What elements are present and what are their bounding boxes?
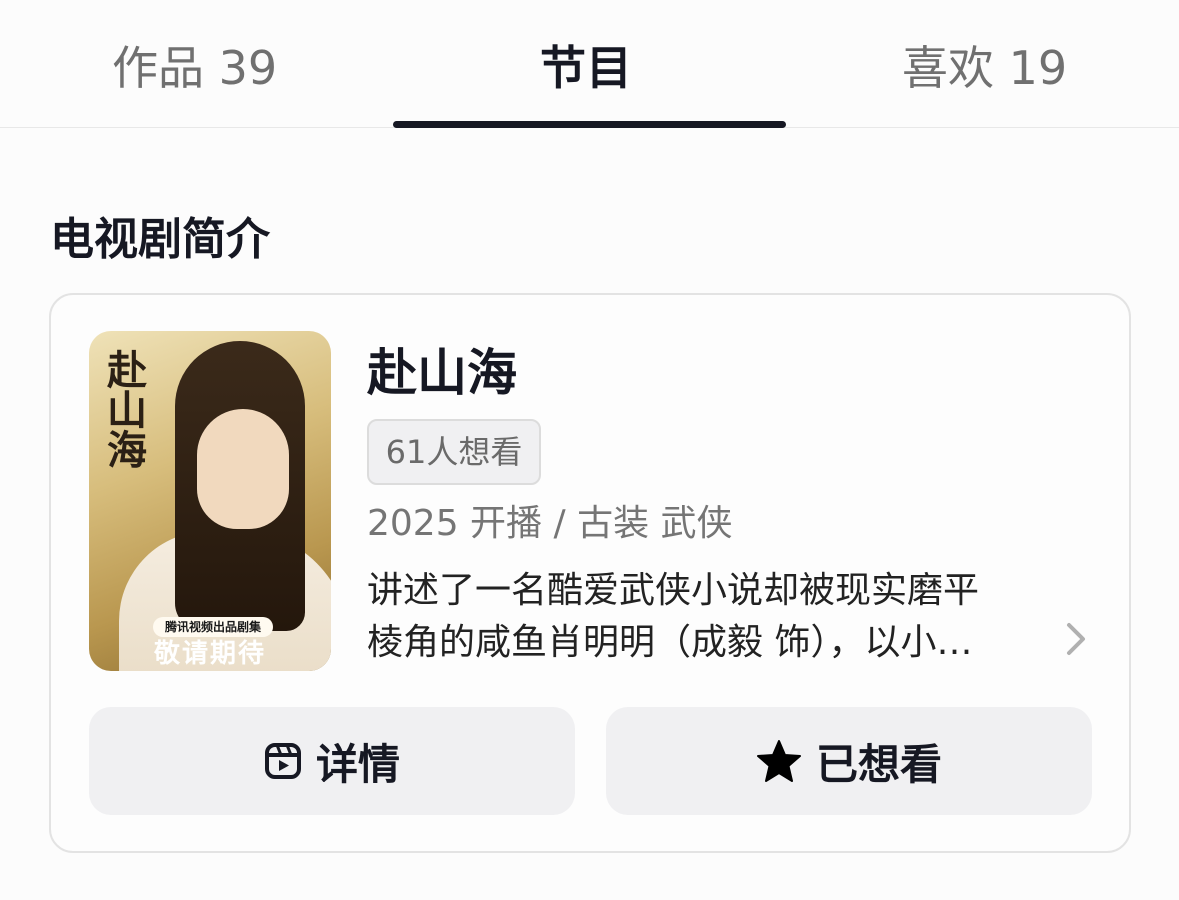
show-meta: 2025 开播 / 古装 武侠: [367, 503, 733, 544]
show-poster[interactable]: 赴山海 腾讯视频出品剧集 敬请期待: [89, 331, 331, 671]
chevron-right-icon[interactable]: [1065, 621, 1087, 664]
tv-series-card[interactable]: 赴山海 腾讯视频出品剧集 敬请期待 赴山海 61人想看 2025 开播 / 古装…: [49, 293, 1131, 853]
section-title: 电视剧简介: [50, 214, 270, 265]
poster-title: 赴山海: [100, 349, 147, 469]
tab-bar: 作品 39 节目 喜欢 19: [0, 0, 1179, 128]
film-icon: [264, 742, 302, 780]
show-description[interactable]: 讲述了一名酷爱武侠小说却被现实磨平 棱角的咸鱼肖明明（成毅 饰），以小…: [367, 565, 1057, 669]
poster-presenter-label: 腾讯视频出品剧集: [153, 617, 274, 637]
want-to-watch-button[interactable]: 已想看: [606, 707, 1092, 815]
tab-likes[interactable]: 喜欢 19: [902, 38, 1067, 98]
detail-button-label: 详情: [315, 739, 400, 789]
tab-programs[interactable]: 节目: [540, 38, 632, 98]
want-count-badge: 61人想看: [367, 419, 541, 485]
poster-coming-soon: 敬请期待: [153, 639, 266, 669]
want-button-label: 已想看: [815, 739, 942, 789]
detail-button[interactable]: 详情: [89, 707, 575, 815]
star-icon: [756, 739, 802, 783]
show-title[interactable]: 赴山海: [367, 343, 517, 403]
tab-works[interactable]: 作品 39: [112, 38, 277, 98]
tab-active-indicator: [393, 121, 786, 128]
description-line: 棱角的咸鱼肖明明（成毅 饰），以小…: [367, 622, 973, 663]
description-line: 讲述了一名酷爱武侠小说却被现实磨平: [367, 570, 980, 611]
